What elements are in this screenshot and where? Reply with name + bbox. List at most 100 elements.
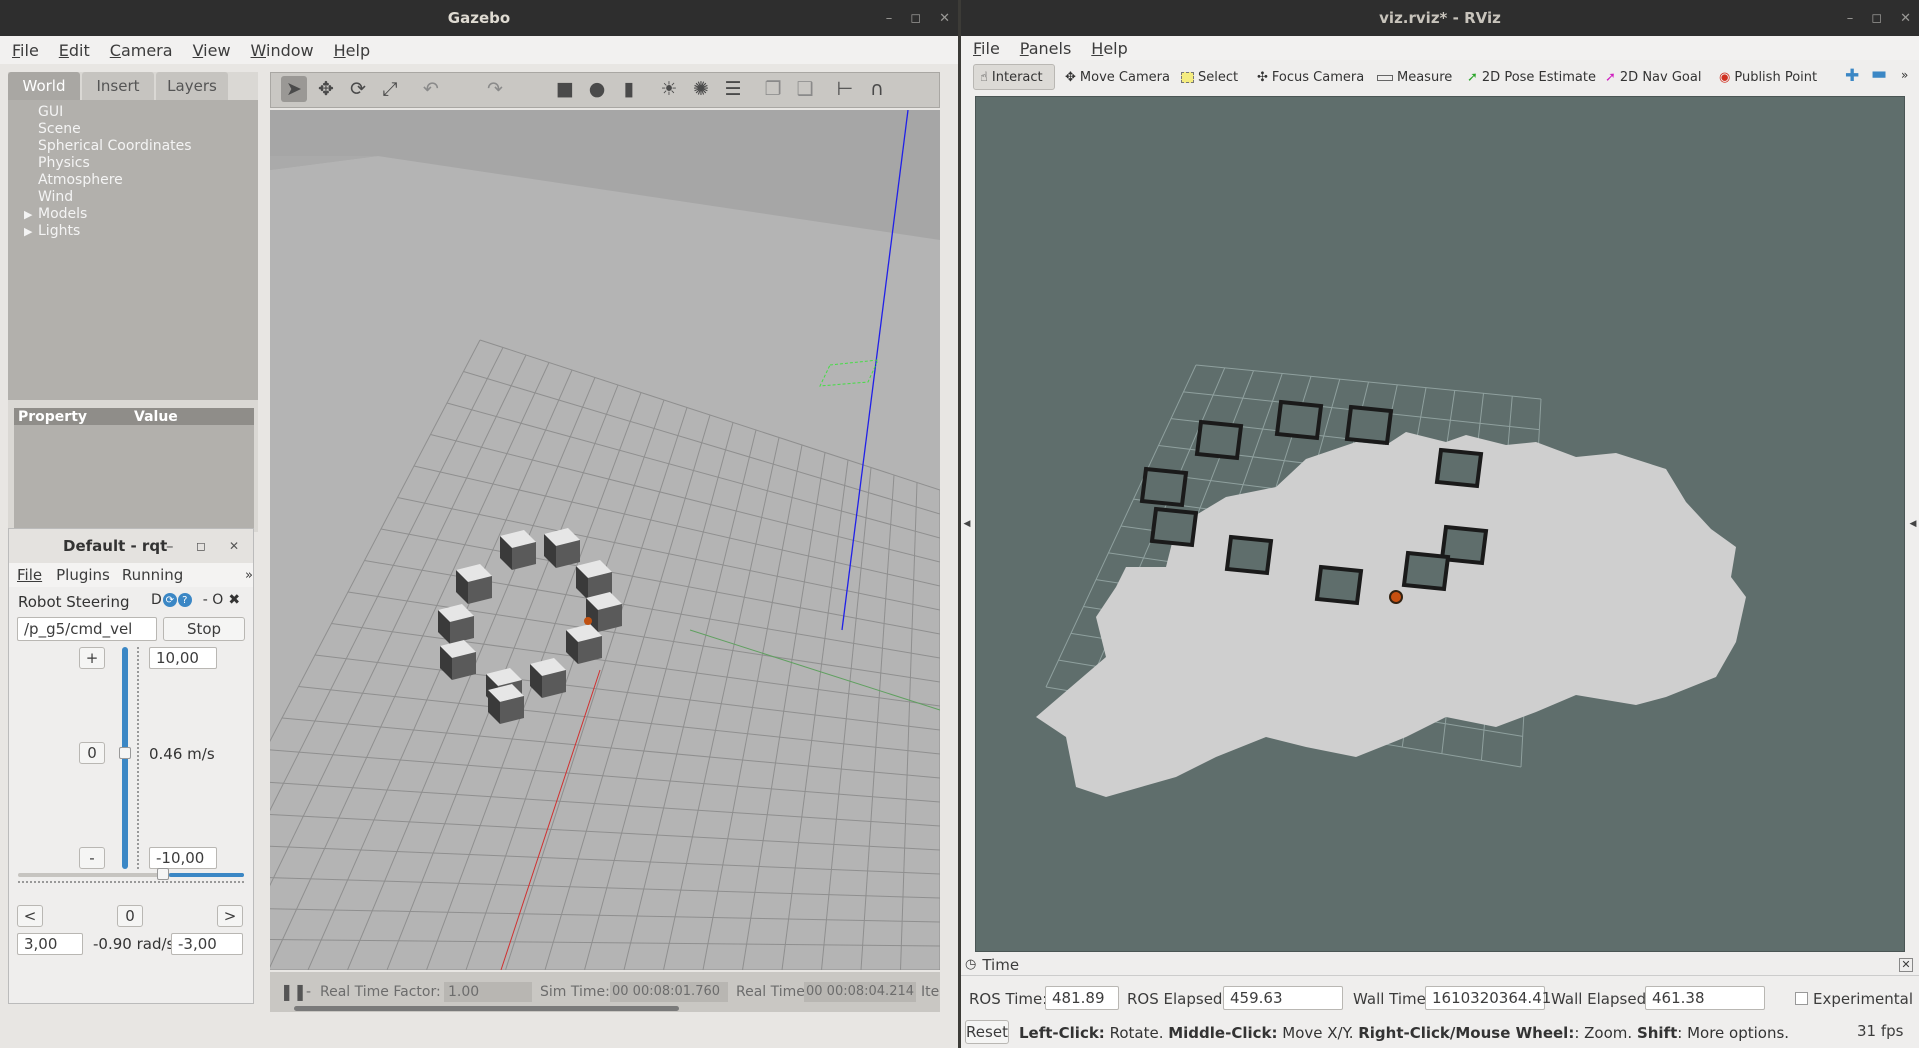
tool-publish-point[interactable]: ◉ Publish Point [1719,70,1817,85]
translate-icon[interactable]: ✥ [313,76,339,102]
reset-button[interactable]: Reset [965,1020,1009,1044]
linear-slider-handle[interactable] [119,747,131,760]
tree-item-models[interactable]: ▶ Models [24,206,258,223]
clock-icon: ◷ [965,957,977,972]
scale-icon[interactable]: ⤢ [377,76,403,102]
minimize-icon[interactable]: – [166,537,174,555]
angular-zero-button[interactable]: 0 [117,905,143,927]
close-plugin-icon[interactable]: ✖ [228,592,240,608]
minimize-icon[interactable]: – [886,11,893,26]
rviz-menu-help[interactable]: Help [1081,39,1137,58]
menu-help[interactable]: Help [324,41,380,60]
angular-min-spinbox[interactable]: -3,00 [171,933,243,955]
maximize-icon[interactable]: ◻ [196,539,206,553]
linear-value-label: 0.46 m/s [149,745,215,763]
tree-item-lights[interactable]: ▶ Lights [24,223,258,240]
linear-min-spinbox[interactable]: -10,00 [149,847,217,869]
close-icon[interactable]: ✕ [229,539,239,553]
stop-button[interactable]: Stop [163,617,245,641]
minimize-icon[interactable]: – [1847,11,1854,26]
iterations-label: Ite [921,984,940,1000]
tree-item-gui[interactable]: GUI [38,104,258,121]
linear-minus-button[interactable]: - [79,847,105,869]
angular-slider-track[interactable] [18,868,244,880]
align-icon[interactable]: ⊢ [832,76,858,102]
remove-tool-icon[interactable]: ▬ [1871,64,1887,84]
select-arrow-icon[interactable]: ➤ [281,76,307,102]
expand-arrow-icon[interactable]: ▶ [24,206,32,223]
rotate-icon[interactable]: ⟳ [345,76,371,102]
tab-world[interactable]: World [8,72,80,100]
expand-arrow-icon[interactable]: ▶ [24,223,32,240]
rqt-menubar: File Plugins Running » [9,563,253,587]
tool-2d-pose-estimate[interactable]: ➚ 2D Pose Estimate [1467,70,1596,85]
menu-edit[interactable]: Edit [49,41,100,60]
linear-zero-button[interactable]: 0 [79,742,105,764]
maximize-icon[interactable]: ◻ [910,11,921,26]
linear-plus-button[interactable]: + [79,647,105,669]
spot-light-icon[interactable]: ✺ [688,76,714,102]
status-scrollbar[interactable] [294,1006,679,1011]
help-icon[interactable]: ? [177,593,192,607]
tree-item-physics[interactable]: Physics [38,155,258,172]
close-panel-icon[interactable]: ✕ [1899,957,1913,972]
snap-icon[interactable]: ∩ [864,76,890,102]
copy-icon[interactable]: ❐ [760,76,786,102]
linear-max-spinbox[interactable]: 10,00 [149,647,217,669]
menu-view[interactable]: View [183,41,241,60]
angular-max-spinbox[interactable]: 3,00 [17,933,83,955]
angular-right-button[interactable]: > [217,905,243,927]
sphere-icon[interactable]: ● [584,76,610,102]
ros-time-field[interactable]: 481.89 [1045,986,1119,1010]
undo-icon[interactable]: ↶ [418,76,444,102]
reload-icon[interactable]: ⟳ [162,593,177,607]
paste-icon[interactable]: ❑ [792,76,818,102]
plugin-controls[interactable]: D ⟳ ? - O ✖ [151,592,240,608]
right-dock-collapse[interactable]: ◀ [1907,96,1919,952]
tool-select[interactable]: Select [1181,70,1238,85]
topic-input[interactable]: /p_g5/cmd_vel [17,617,157,641]
tool-2d-nav-goal[interactable]: ➚ 2D Nav Goal [1605,70,1701,85]
tab-layers[interactable]: Layers [156,72,228,100]
overflow-icon[interactable]: » [245,568,253,583]
menu-file[interactable]: File [2,41,49,60]
point-light-icon[interactable]: ☀ [656,76,682,102]
wall-elapsed-field[interactable]: 461.38 [1645,986,1765,1010]
experimental-checkbox[interactable] [1795,992,1808,1005]
linear-slider-track[interactable] [119,647,131,869]
menu-window[interactable]: Window [241,41,324,60]
angular-slider-handle[interactable] [157,868,170,880]
rviz-menu-file[interactable]: File [963,39,1010,58]
tool-focus-camera[interactable]: ✣ Focus Camera [1257,70,1364,85]
tool-interact[interactable]: ☝ Interact [973,64,1055,90]
rviz-3d-viewport[interactable] [975,96,1905,952]
ros-elapsed-field[interactable]: 459.63 [1223,986,1343,1010]
tree-item-spherical[interactable]: Spherical Coordinates [38,138,258,155]
tree-item-scene[interactable]: Scene [38,121,258,138]
rqt-title: Default - rqt [63,537,168,555]
box-icon[interactable]: ■ [552,76,578,102]
tree-item-wind[interactable]: Wind [38,189,258,206]
redo-icon[interactable]: ↷ [482,76,508,102]
rqt-menu-plugins[interactable]: Plugins [50,566,116,584]
gazebo-3d-viewport[interactable] [270,110,940,970]
cylinder-icon[interactable]: ▮ [616,76,642,102]
close-icon[interactable]: ✕ [939,11,950,26]
tree-item-atmosphere[interactable]: Atmosphere [38,172,258,189]
menu-camera[interactable]: Camera [100,41,183,60]
add-tool-icon[interactable]: ✚ [1845,66,1859,86]
directional-light-icon[interactable]: ☰ [720,76,746,102]
toolbar-overflow-icon[interactable]: » [1901,68,1908,82]
pause-icon[interactable]: ❚❚ [280,982,307,1001]
maximize-icon[interactable]: ◻ [1871,11,1882,26]
rviz-menu-panels[interactable]: Panels [1010,39,1082,58]
rqt-menu-file[interactable]: File [9,566,50,584]
close-icon[interactable]: ✕ [1900,11,1911,26]
rqt-menu-running[interactable]: Running [116,566,189,584]
tool-move-camera[interactable]: ✥ Move Camera [1065,70,1170,85]
wall-time-field[interactable]: 1610320364.41 [1425,986,1551,1010]
left-dock-collapse[interactable]: ◀ [961,96,973,952]
tool-measure[interactable]: Measure [1377,70,1452,85]
tab-insert[interactable]: Insert [82,72,154,100]
angular-left-button[interactable]: < [17,905,43,927]
